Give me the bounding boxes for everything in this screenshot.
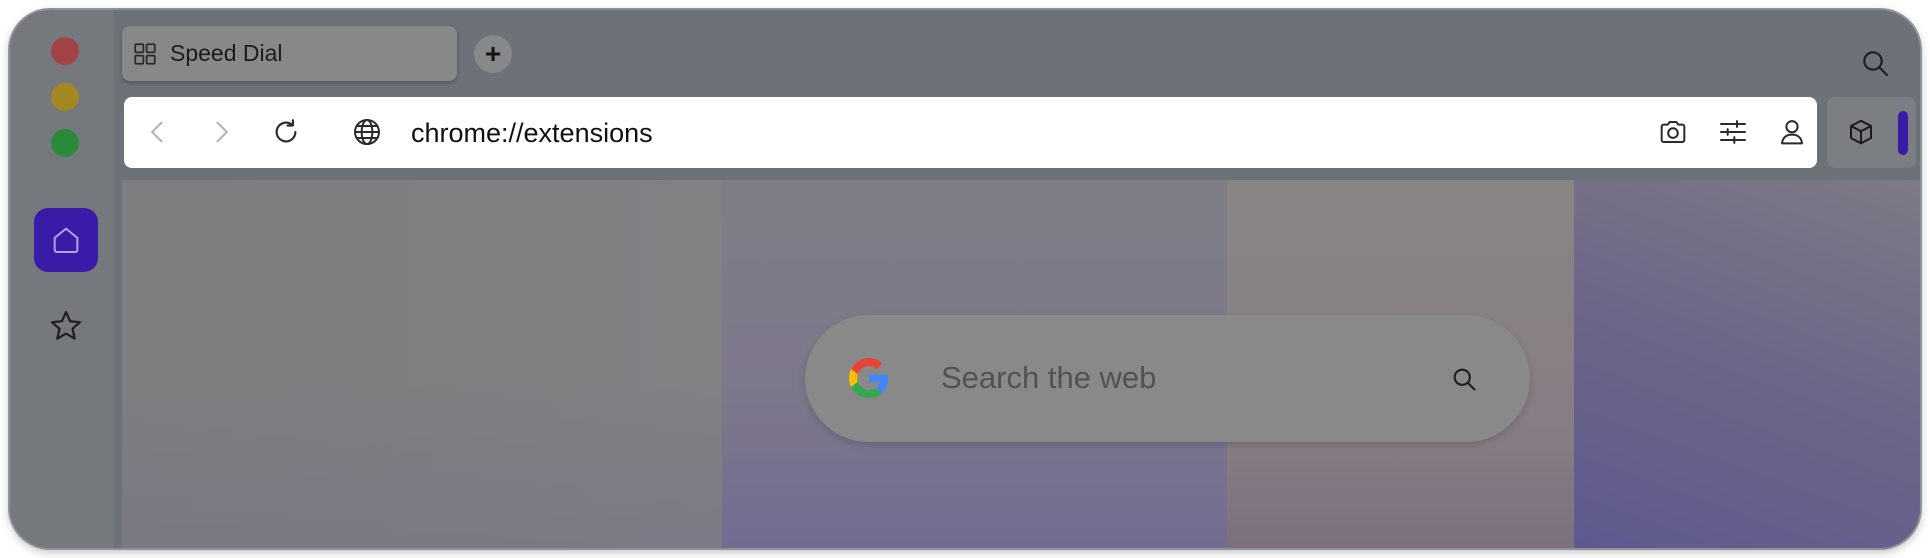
address-bar: chrome://extensions xyxy=(124,97,1817,168)
profile-icon xyxy=(1781,120,1803,145)
sidebar-home-button[interactable] xyxy=(34,208,98,272)
easy-setup-button[interactable] xyxy=(1710,109,1756,155)
forward-button[interactable] xyxy=(198,109,244,155)
sidebar xyxy=(10,10,114,548)
profile-button[interactable] xyxy=(1769,109,1815,155)
reload-icon xyxy=(275,119,297,143)
speed-dial-page: Search the web xyxy=(122,180,1920,548)
browser-window: Speed Dial + chrome://extensions Search … xyxy=(10,10,1920,548)
close-window-button[interactable] xyxy=(51,37,79,65)
back-arrow-icon xyxy=(151,121,163,143)
speed-dial-grid-icon xyxy=(132,41,158,67)
star-icon xyxy=(50,310,82,340)
minimize-window-button[interactable] xyxy=(51,83,79,111)
new-tab-button[interactable]: + xyxy=(474,35,512,73)
tab-speed-dial[interactable]: Speed Dial xyxy=(122,26,457,81)
site-info-button[interactable] xyxy=(344,109,390,155)
camera-icon xyxy=(1660,121,1686,143)
globe-icon xyxy=(354,119,380,145)
cube-icon xyxy=(1850,119,1872,145)
search-icon xyxy=(1453,368,1476,391)
web-search-box[interactable]: Search the web xyxy=(805,315,1530,442)
url-field[interactable]: chrome://extensions xyxy=(411,116,653,150)
home-icon xyxy=(53,227,79,254)
tab-search-button[interactable] xyxy=(1857,45,1893,81)
sidebar-bookmarks-button[interactable] xyxy=(42,302,90,350)
extensions-panel xyxy=(1827,97,1916,168)
snapshot-button[interactable] xyxy=(1650,109,1696,155)
maximize-window-button[interactable] xyxy=(51,129,79,157)
google-g-icon xyxy=(849,358,889,398)
background-panel xyxy=(1574,180,1920,548)
search-icon xyxy=(1863,51,1889,77)
back-button[interactable] xyxy=(135,109,181,155)
sliders-icon xyxy=(1720,120,1746,144)
reload-button[interactable] xyxy=(263,109,309,155)
search-placeholder: Search the web xyxy=(941,360,1157,395)
background-panel xyxy=(122,180,722,548)
panel-accent-bar xyxy=(1898,111,1908,155)
search-submit-button[interactable] xyxy=(1448,363,1480,395)
forward-arrow-icon xyxy=(216,121,228,143)
tab-label: Speed Dial xyxy=(170,40,283,66)
extensions-button[interactable] xyxy=(1843,114,1879,150)
